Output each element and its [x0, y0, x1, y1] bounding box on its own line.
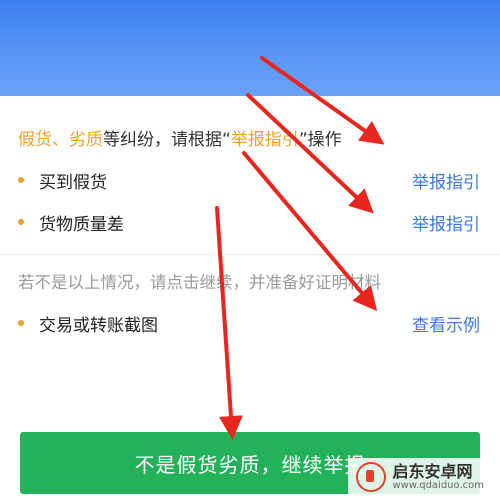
intro-text: 假货、劣质等纠纷，请根据“举报指引”操作 [18, 127, 342, 153]
intro-text-end: ”操作 [298, 130, 342, 150]
row-poor-quality: 货物质量差 举报指引 [18, 207, 480, 237]
bullet-dot-icon [18, 219, 24, 225]
header-banner [0, 0, 500, 96]
intro-highlight: 假货、劣质 [18, 130, 103, 150]
row-label: 货物质量差 [39, 214, 124, 235]
row-evidence: 交易或转账截图 查看示例 [18, 308, 480, 338]
intro-text-middle: 等纠纷，请根据“ [103, 130, 231, 150]
intro-guide-highlight: 举报指引 [230, 130, 299, 150]
watermark-url: www.qdaiduo.com [392, 480, 484, 492]
continue-note: 若不是以上情况，请点击继续，并准备好证明材料 [18, 273, 381, 292]
row-fake-goods: 买到假货 举报指引 [18, 165, 480, 195]
bullet-dot-icon [18, 320, 24, 326]
bullet-dot-icon [18, 177, 24, 183]
view-example-link[interactable]: 查看示例 [412, 311, 480, 336]
divider [0, 254, 500, 255]
report-guide-link[interactable]: 举报指引 [412, 210, 480, 235]
watermark: 启东安卓网 www.qdaiduo.com [348, 458, 492, 496]
report-guide-link[interactable]: 举报指引 [412, 168, 480, 193]
row-label: 交易或转账截图 [39, 315, 158, 336]
row-label: 买到假货 [39, 172, 107, 193]
watermark-logo-icon [356, 462, 387, 492]
watermark-name: 启东安卓网 [392, 461, 473, 481]
